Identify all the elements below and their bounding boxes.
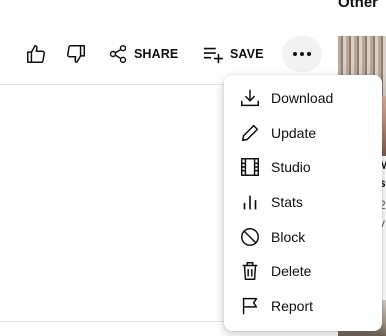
playlist-add-icon xyxy=(202,44,224,64)
block-icon xyxy=(238,225,262,249)
bar-chart-icon xyxy=(238,190,262,214)
menu-item-download[interactable]: Download xyxy=(224,81,382,116)
save-button[interactable]: SAVE xyxy=(202,36,268,72)
film-icon xyxy=(238,155,262,179)
menu-item-update[interactable]: Update xyxy=(224,116,382,151)
menu-item-label: Stats xyxy=(271,194,303,211)
video-action-bar: SHARE SAVE xyxy=(0,36,338,72)
menu-item-delete[interactable]: Delete xyxy=(224,254,382,289)
more-horizontal-icon xyxy=(292,51,312,57)
more-actions-menu: Download Update Studio Stats Block Delet… xyxy=(224,75,382,331)
menu-item-label: Download xyxy=(271,90,334,107)
menu-item-stats[interactable]: Stats xyxy=(224,185,382,220)
more-actions-button[interactable] xyxy=(282,36,322,72)
download-icon xyxy=(238,86,262,110)
thumbs-down-icon xyxy=(65,43,87,65)
thumbs-up-icon xyxy=(25,43,47,65)
menu-item-block[interactable]: Block xyxy=(224,219,382,254)
share-icon xyxy=(108,44,128,64)
flag-icon xyxy=(238,294,262,318)
trash-icon xyxy=(238,259,262,283)
menu-item-studio[interactable]: Studio xyxy=(224,150,382,185)
pencil-icon xyxy=(238,121,262,145)
menu-item-label: Report xyxy=(271,297,314,314)
clipped-header-text: Other xyxy=(338,0,379,11)
menu-item-label: Delete xyxy=(271,263,312,280)
menu-item-label: Studio xyxy=(271,159,311,176)
video-page: Other SHARE SAVE M s 2 v Download Update… xyxy=(0,0,386,336)
share-label: SHARE xyxy=(134,47,179,61)
menu-item-label: Update xyxy=(271,124,317,141)
dislike-button[interactable] xyxy=(60,36,92,72)
save-label: SAVE xyxy=(230,47,264,61)
menu-item-report[interactable]: Report xyxy=(224,289,382,324)
like-button[interactable] xyxy=(20,36,52,72)
share-button[interactable]: SHARE xyxy=(108,36,182,72)
menu-item-label: Block xyxy=(271,228,306,245)
